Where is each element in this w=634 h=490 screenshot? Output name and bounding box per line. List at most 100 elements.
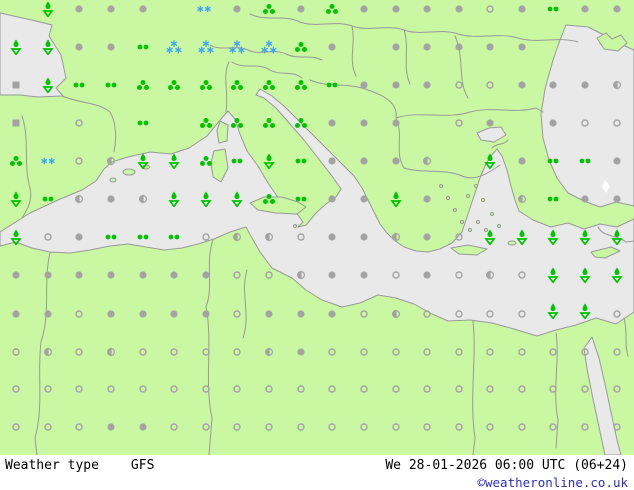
clear-sky-icon xyxy=(265,423,274,432)
cloudy-icon xyxy=(328,119,337,128)
light-snow-icon xyxy=(41,157,56,165)
cloudy-icon xyxy=(170,271,179,280)
valid-time-label: We 28-01-2026 06:00 UTC (06+24) xyxy=(385,458,628,473)
cloudy-icon xyxy=(12,310,21,319)
clear-sky-icon xyxy=(581,119,590,128)
clear-sky-icon xyxy=(360,423,369,432)
partly-cloudy-icon xyxy=(264,232,274,242)
clear-sky-icon xyxy=(75,423,84,432)
clear-sky-icon xyxy=(455,271,464,280)
clear-sky-icon xyxy=(360,348,369,357)
light-rain-icon xyxy=(137,44,149,51)
cloudy-icon xyxy=(613,195,622,204)
clear-sky-icon xyxy=(455,119,464,128)
cloudy-icon xyxy=(44,310,53,319)
light-rain-icon xyxy=(547,196,559,203)
cloudy-icon xyxy=(233,5,242,14)
model-label: GFS xyxy=(130,458,155,473)
clear-sky-icon xyxy=(486,5,495,14)
clear-sky-icon xyxy=(613,310,622,319)
fog-icon xyxy=(12,81,20,89)
partly-cloudy-icon xyxy=(106,347,116,357)
clear-sky-icon xyxy=(44,233,53,242)
rain-shower-icon xyxy=(168,191,181,207)
light-rain-icon xyxy=(137,234,149,241)
cloudy-icon xyxy=(392,43,401,52)
clear-sky-icon xyxy=(581,423,590,432)
clear-sky-icon xyxy=(613,348,622,357)
clear-sky-icon xyxy=(581,348,590,357)
rain-icon xyxy=(295,80,308,91)
map-geography xyxy=(0,0,634,455)
aegean-island xyxy=(490,212,494,216)
clear-sky-icon xyxy=(202,385,211,394)
cloudy-icon xyxy=(107,310,116,319)
light-rain-icon xyxy=(42,196,54,203)
snow-shower-icon xyxy=(166,40,182,54)
clear-sky-icon xyxy=(297,385,306,394)
clear-sky-icon xyxy=(170,385,179,394)
clear-sky-icon xyxy=(455,233,464,242)
clear-sky-icon xyxy=(486,348,495,357)
partly-cloudy-icon xyxy=(232,232,242,242)
rain-icon xyxy=(231,80,244,91)
clear-sky-icon xyxy=(455,385,464,394)
clear-sky-icon xyxy=(518,271,527,280)
clear-sky-icon xyxy=(170,348,179,357)
map-type-label: Weather type xyxy=(5,458,99,473)
rain-icon xyxy=(263,194,276,205)
cloudy-icon xyxy=(423,195,432,204)
clear-sky-icon xyxy=(75,310,84,319)
weather-map xyxy=(0,0,634,455)
cloudy-icon xyxy=(392,119,401,128)
rain-shower-icon xyxy=(168,153,181,169)
light-rain-icon xyxy=(105,82,117,89)
clear-sky-icon xyxy=(139,348,148,357)
light-rain-icon xyxy=(231,158,243,165)
rain-shower-icon xyxy=(137,153,150,169)
cloudy-icon xyxy=(139,310,148,319)
aegean-island xyxy=(446,196,450,200)
partly-cloudy-icon xyxy=(264,347,274,357)
clear-sky-icon xyxy=(613,423,622,432)
clear-sky-icon xyxy=(518,310,527,319)
cloudy-icon xyxy=(518,157,527,166)
clear-sky-icon xyxy=(549,348,558,357)
cloudy-icon xyxy=(107,43,116,52)
rain-icon xyxy=(137,80,150,91)
cloudy-icon xyxy=(360,5,369,14)
cloudy-icon xyxy=(423,271,432,280)
clear-sky-icon xyxy=(360,385,369,394)
rain-icon xyxy=(200,156,213,167)
cloudy-icon xyxy=(455,5,464,14)
partly-cloudy-icon xyxy=(43,347,53,357)
cloudy-icon xyxy=(75,271,84,280)
cloudy-icon xyxy=(392,5,401,14)
clear-sky-icon xyxy=(518,423,527,432)
rain-shower-icon xyxy=(611,267,624,283)
cloudy-icon xyxy=(328,195,337,204)
light-rain-icon xyxy=(326,82,338,89)
rain-shower-icon xyxy=(579,229,592,245)
cloudy-icon xyxy=(297,348,306,357)
cloudy-icon xyxy=(170,310,179,319)
fog-icon xyxy=(12,119,20,127)
aegean-island xyxy=(474,184,478,188)
cloudy-icon xyxy=(44,271,53,280)
clear-sky-icon xyxy=(328,385,337,394)
cloudy-icon xyxy=(297,310,306,319)
clear-sky-icon xyxy=(265,385,274,394)
clear-sky-icon xyxy=(75,348,84,357)
cloudy-icon xyxy=(328,271,337,280)
rain-icon xyxy=(263,80,276,91)
partly-cloudy-icon xyxy=(74,194,84,204)
clear-sky-icon xyxy=(233,348,242,357)
rain-shower-icon xyxy=(547,267,560,283)
cloudy-icon xyxy=(328,43,337,52)
clear-sky-icon xyxy=(392,348,401,357)
clear-sky-icon xyxy=(486,385,495,394)
cloudy-icon xyxy=(107,423,116,432)
partly-cloudy-icon xyxy=(485,270,495,280)
cloudy-icon xyxy=(613,5,622,14)
clear-sky-icon xyxy=(265,271,274,280)
